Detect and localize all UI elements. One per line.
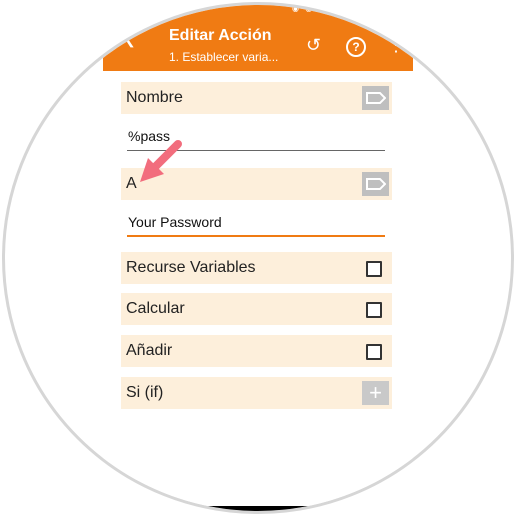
status-bar: ◉ ◉ ◢	[103, 4, 413, 17]
a-input-value: Your Password	[128, 214, 222, 230]
calcular-row[interactable]: Calcular	[121, 293, 392, 325]
tag-icon	[366, 92, 386, 104]
navigation-bar	[103, 506, 413, 511]
a-input[interactable]: Your Password	[127, 211, 385, 237]
variable-select-button[interactable]	[362, 86, 389, 110]
recurse-variables-row[interactable]: Recurse Variables	[121, 252, 392, 284]
calcular-checkbox[interactable]	[366, 302, 382, 318]
calcular-label: Calcular	[126, 300, 185, 317]
plus-icon: +	[369, 380, 382, 405]
a-label: A	[126, 175, 137, 192]
variable-select-button[interactable]	[362, 172, 389, 196]
more-icon[interactable]: ⋮	[387, 35, 405, 56]
recurse-variables-label: Recurse Variables	[126, 259, 256, 276]
circular-frame: ◉ ◉ ◢ ❮ Editar Acción 1. Establecer vari…	[2, 2, 514, 514]
help-icon[interactable]: ?	[346, 37, 366, 57]
page-subtitle: 1. Establecer varia...	[169, 50, 279, 64]
nombre-label: Nombre	[126, 89, 183, 106]
nombre-row: Nombre	[121, 82, 392, 114]
a-input-underline	[127, 235, 385, 237]
app-screen: ◉ ◉ ◢ ❮ Editar Acción 1. Establecer vari…	[103, 4, 413, 511]
page-title: Editar Acción	[169, 27, 272, 44]
status-icons: ◉ ◉ ◢	[292, 4, 327, 13]
anadir-checkbox[interactable]	[366, 344, 382, 360]
si-if-row: Si (if) +	[121, 377, 392, 409]
si-if-label: Si (if)	[126, 384, 164, 401]
add-condition-button[interactable]: +	[362, 381, 389, 405]
undo-icon[interactable]: ↺	[306, 35, 321, 56]
tag-icon	[366, 178, 386, 190]
back-arrow-icon[interactable]: ❮	[124, 31, 136, 48]
annotation-arrow-icon	[140, 140, 182, 182]
anadir-label: Añadir	[126, 342, 173, 359]
anadir-row[interactable]: Añadir	[121, 335, 392, 367]
recurse-variables-checkbox[interactable]	[366, 261, 382, 277]
